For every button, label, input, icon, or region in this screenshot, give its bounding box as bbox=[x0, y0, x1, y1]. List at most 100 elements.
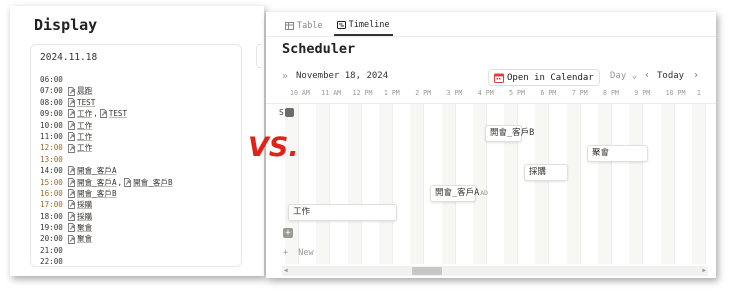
hour-label: 3 PM bbox=[446, 89, 463, 97]
grid-line bbox=[611, 104, 612, 264]
table-icon bbox=[285, 22, 294, 30]
event-card[interactable]: 聚會 bbox=[587, 145, 648, 162]
grid-column-shade bbox=[410, 104, 424, 264]
grid-column-shade bbox=[441, 104, 455, 264]
entry-link[interactable]: 工作 bbox=[77, 120, 92, 131]
page-icon bbox=[68, 86, 75, 96]
scroll-right-icon[interactable]: ▶ bbox=[702, 267, 706, 274]
add-item-icon[interactable]: + bbox=[283, 228, 293, 238]
next-card-edge bbox=[256, 44, 262, 68]
scheduler-panel: Table Timeline Scheduler » November 18, … bbox=[266, 12, 716, 278]
hour-row: 06:00 bbox=[40, 74, 174, 85]
plus-icon: + bbox=[283, 248, 289, 258]
grid-line bbox=[548, 104, 550, 264]
open-row-icon[interactable] bbox=[284, 108, 294, 117]
grid-line bbox=[704, 104, 706, 264]
view-select[interactable]: Day ⌄ bbox=[610, 71, 637, 81]
hour-time: 21:00 bbox=[40, 245, 63, 255]
hour-row: 11:00 工作 bbox=[40, 131, 174, 142]
scroll-thumb[interactable] bbox=[412, 267, 442, 275]
grid-column-shade bbox=[535, 104, 549, 264]
event-title: 工作 bbox=[293, 207, 311, 217]
grid-column-shade bbox=[472, 104, 486, 264]
page-icon bbox=[68, 166, 75, 176]
page-icon bbox=[68, 143, 75, 153]
entry-link[interactable]: 採購 bbox=[77, 199, 92, 210]
entry-link[interactable]: TEST bbox=[77, 97, 95, 108]
entry-link[interactable]: 工作 bbox=[77, 108, 92, 119]
hour-time: 11:00 bbox=[40, 131, 63, 141]
timeline-icon bbox=[336, 21, 346, 29]
entry-link[interactable]: 工作 bbox=[77, 131, 92, 142]
page-icon bbox=[68, 189, 75, 199]
tab-timeline-label: Timeline bbox=[348, 20, 390, 30]
day-date: 2024.11.18 bbox=[40, 52, 98, 63]
hour-list: 06:00 07:00 晨跑 08:00 TEST 09:00 工作, TEST 10:00 工作… bbox=[40, 74, 174, 268]
hour-row: 07:00 晨跑 bbox=[40, 85, 174, 96]
hour-row: 20:00 聚會 bbox=[40, 233, 174, 244]
display-panel: Display 2024.11.18 06:00 07:00 晨跑 08:00 TEST… bbox=[10, 6, 264, 276]
vs-label: VS. bbox=[248, 132, 299, 163]
tab-timeline[interactable]: Timeline bbox=[333, 16, 393, 36]
hour-time: 18:00 bbox=[40, 211, 63, 221]
page-icon bbox=[68, 98, 75, 107]
hour-row: 15:00 開會_客戶A, 開會_客戶B bbox=[40, 177, 174, 188]
page-icon bbox=[68, 132, 75, 142]
grid-line bbox=[579, 104, 581, 264]
entry-link[interactable]: 聚會 bbox=[77, 222, 92, 233]
event-title: 採購 bbox=[529, 167, 547, 177]
hour-label: 8 PM bbox=[603, 89, 619, 97]
grid-line bbox=[298, 104, 299, 264]
entry-link[interactable]: 採購 bbox=[77, 211, 92, 222]
hour-row: 21:00 bbox=[40, 245, 174, 256]
hour-row: 12:00 工作 bbox=[40, 142, 174, 153]
event-card[interactable]: 開會_客戶B bbox=[485, 125, 534, 142]
event-card[interactable]: 採購 bbox=[524, 164, 568, 181]
event-card[interactable]: 工作 bbox=[288, 204, 397, 221]
hour-row: 10:00 工作 bbox=[40, 120, 174, 131]
hour-label: 2 PM bbox=[415, 89, 432, 97]
grid-line bbox=[673, 104, 675, 264]
hours-header: 10 AM 11 AM 12 PM 1 PM 2 PM 3 PM 4 PM 5 PM 6 PM 7… bbox=[266, 89, 716, 101]
chevron-down-icon: ⌄ bbox=[631, 71, 638, 81]
entry-link[interactable]: 開會_客戶B bbox=[77, 188, 117, 199]
hour-time: 14:00 bbox=[40, 166, 63, 176]
hour-label: 10 AM bbox=[290, 89, 310, 97]
grid-column-shade bbox=[660, 104, 674, 264]
entry-link[interactable]: 開會_客戶B bbox=[133, 177, 173, 188]
entry-link[interactable]: 開會_客戶A bbox=[77, 177, 117, 188]
open-in-calendar-button[interactable]: Open in Calendar bbox=[488, 69, 600, 86]
page-title: Scheduler bbox=[282, 41, 356, 57]
hour-time: 09:00 bbox=[40, 109, 63, 119]
hour-label: 5 PM bbox=[509, 89, 525, 97]
entry-link[interactable]: 開會_客戶A bbox=[77, 165, 117, 176]
hour-time: 08:00 bbox=[40, 97, 63, 107]
today-button[interactable]: Today bbox=[657, 71, 684, 81]
hour-label: 6 PM bbox=[540, 89, 557, 97]
horizontal-scrollbar[interactable]: ◀ ▶ bbox=[282, 266, 708, 276]
grid-column-shade bbox=[378, 104, 392, 264]
entry-link[interactable]: TEST bbox=[109, 108, 127, 119]
event-title: 開會_客戶A bbox=[435, 188, 480, 198]
new-button[interactable]: + New bbox=[283, 248, 314, 258]
prev-arrow-icon[interactable]: ‹ bbox=[644, 70, 650, 81]
event-title: 聚會 bbox=[592, 148, 610, 158]
hour-time: 06:00 bbox=[40, 75, 63, 84]
entry-link[interactable]: 工作 bbox=[77, 142, 92, 153]
entry-link[interactable]: 晨跑 bbox=[77, 85, 92, 96]
hour-time: 13:00 bbox=[40, 154, 63, 164]
scroll-left-icon[interactable]: ◀ bbox=[284, 267, 288, 274]
event-overflow-text: AD bbox=[480, 189, 489, 197]
tab-table[interactable]: Table bbox=[282, 16, 326, 36]
event-card[interactable]: 開會_客戶AAD bbox=[430, 185, 488, 202]
hour-row: 22:00 bbox=[40, 256, 174, 267]
hour-time: 20:00 bbox=[40, 234, 63, 244]
hour-label: 1 PM bbox=[383, 89, 400, 97]
entry-link[interactable]: 聚會 bbox=[77, 233, 92, 244]
collapse-icon[interactable]: » bbox=[282, 71, 288, 82]
hour-time: 15:00 bbox=[40, 177, 63, 187]
day-card: 2024.11.18 06:00 07:00 晨跑 08:00 TEST 09:00 工作,… bbox=[30, 44, 242, 267]
next-arrow-icon[interactable]: › bbox=[693, 70, 699, 81]
grid-column-shade bbox=[629, 104, 643, 264]
hour-label: 7 PM bbox=[571, 89, 588, 97]
